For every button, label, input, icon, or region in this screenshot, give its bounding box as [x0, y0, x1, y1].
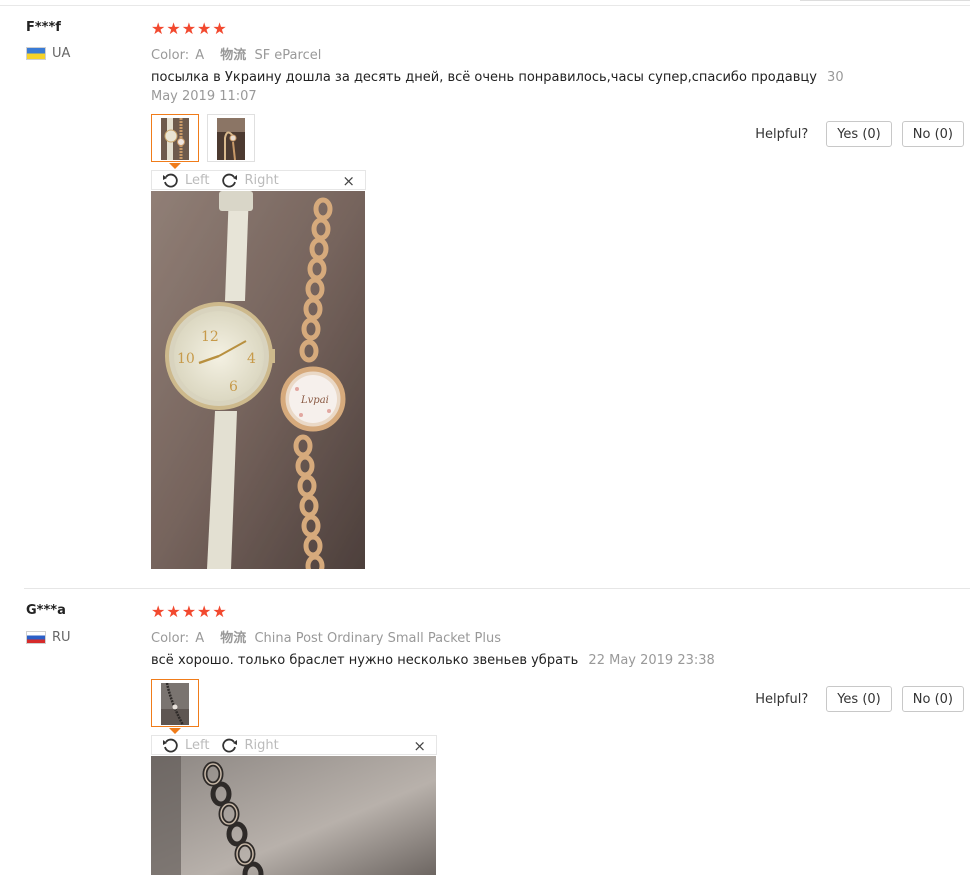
star-rating: ★ ★ ★ ★ ★: [151, 604, 227, 620]
photo-viewer-toolbar: Left Right ×: [151, 170, 366, 190]
color-value: A: [195, 48, 205, 63]
review-item: G***a RU ★ ★ ★ ★ ★ Color: A 物流 China Pos…: [0, 589, 980, 875]
review-photo-thumbnail[interactable]: [151, 679, 199, 727]
country-code: RU: [52, 629, 71, 645]
reviewer-country: UA: [26, 45, 71, 61]
svg-text:6: 6: [229, 379, 238, 395]
photo-viewer-toolbar: Left Right ×: [151, 735, 437, 755]
review-photo-large: [151, 756, 436, 875]
star-icon: ★: [197, 19, 212, 38]
bracelet-thumbnail-image: [161, 683, 189, 725]
rotate-left-button[interactable]: Left: [162, 737, 209, 754]
star-icon: ★: [212, 602, 227, 621]
order-info: Color: A 物流 China Post Ordinary Small Pa…: [151, 627, 513, 646]
rotate-right-label: Right: [244, 737, 279, 753]
review-text-block: посылка в Украину дошла за десять дней, …: [151, 68, 871, 106]
review-photo-large: 12 10 4 6 Lvpai: [151, 191, 365, 569]
star-icon: ★: [151, 19, 166, 38]
color-label: Color:: [151, 48, 190, 63]
reviewer-name: G***a: [26, 603, 66, 618]
rotate-left-icon: [163, 738, 178, 752]
logistics-label: 物流: [220, 631, 247, 646]
helpful-vote-group: Helpful? Yes (0) No (0): [755, 686, 964, 712]
review-photo-thumbnail[interactable]: [151, 114, 199, 162]
active-thumbnail-indicator: [169, 163, 181, 169]
close-viewer-icon[interactable]: ×: [342, 172, 355, 190]
reviewer-name: F***f: [26, 20, 61, 35]
rotate-right-label: Right: [244, 172, 279, 188]
star-icon: ★: [151, 602, 166, 621]
star-icon: ★: [166, 602, 181, 621]
active-thumbnail-indicator: [169, 728, 181, 734]
star-icon: ★: [166, 19, 181, 38]
bracelet-thumbnail-image: [217, 118, 245, 160]
review-comment: посылка в Украину дошла за десять дней, …: [151, 70, 817, 85]
rotate-left-label: Left: [185, 172, 210, 188]
helpful-vote-group: Helpful? Yes (0) No (0): [755, 121, 964, 147]
svg-text:Lvpai: Lvpai: [300, 395, 329, 406]
review-text-block: всё хорошо. только браслет нужно несколь…: [151, 651, 871, 670]
logistics-value: China Post Ordinary Small Packet Plus: [254, 631, 501, 646]
svg-text:10: 10: [177, 351, 195, 367]
rotate-left-icon: [163, 173, 178, 187]
order-info: Color: A 物流 SF eParcel: [151, 44, 333, 63]
rotate-right-icon: [222, 173, 238, 187]
star-rating: ★ ★ ★ ★ ★: [151, 21, 227, 37]
review-item: F***f UA ★ ★ ★ ★ ★ Color: A 物流 SF eParce…: [0, 0, 980, 589]
star-icon: ★: [212, 19, 227, 38]
star-icon: ★: [197, 602, 212, 621]
helpful-label: Helpful?: [755, 691, 809, 707]
rotate-left-button[interactable]: Left: [162, 172, 209, 189]
close-viewer-icon[interactable]: ×: [413, 737, 426, 755]
star-icon: ★: [181, 19, 197, 38]
svg-text:12: 12: [201, 329, 219, 345]
rotate-left-label: Left: [185, 737, 210, 753]
review-comment: всё хорошо. только браслет нужно несколь…: [151, 653, 579, 668]
helpful-no-button[interactable]: No (0): [901, 121, 964, 147]
helpful-yes-button[interactable]: Yes (0): [826, 686, 892, 712]
watch-thumbnail-image: [161, 118, 189, 160]
color-value: A: [195, 631, 205, 646]
rotate-right-button[interactable]: Right: [221, 172, 279, 189]
rotate-right-button[interactable]: Right: [221, 737, 279, 754]
logistics-label: 物流: [220, 48, 247, 63]
review-date: 22 May 2019 23:38: [588, 653, 715, 668]
review-photo-thumbnail[interactable]: [207, 114, 255, 162]
helpful-no-button[interactable]: No (0): [901, 686, 964, 712]
color-label: Color:: [151, 631, 190, 646]
reviewer-country: RU: [26, 629, 71, 645]
russia-flag-icon: [26, 630, 46, 644]
svg-text:4: 4: [247, 351, 256, 367]
rotate-right-icon: [222, 738, 238, 752]
star-icon: ★: [181, 602, 197, 621]
logistics-value: SF eParcel: [254, 48, 322, 63]
ukraine-flag-icon: [26, 46, 46, 60]
helpful-yes-button[interactable]: Yes (0): [826, 121, 892, 147]
country-code: UA: [52, 45, 71, 61]
helpful-label: Helpful?: [755, 126, 809, 142]
